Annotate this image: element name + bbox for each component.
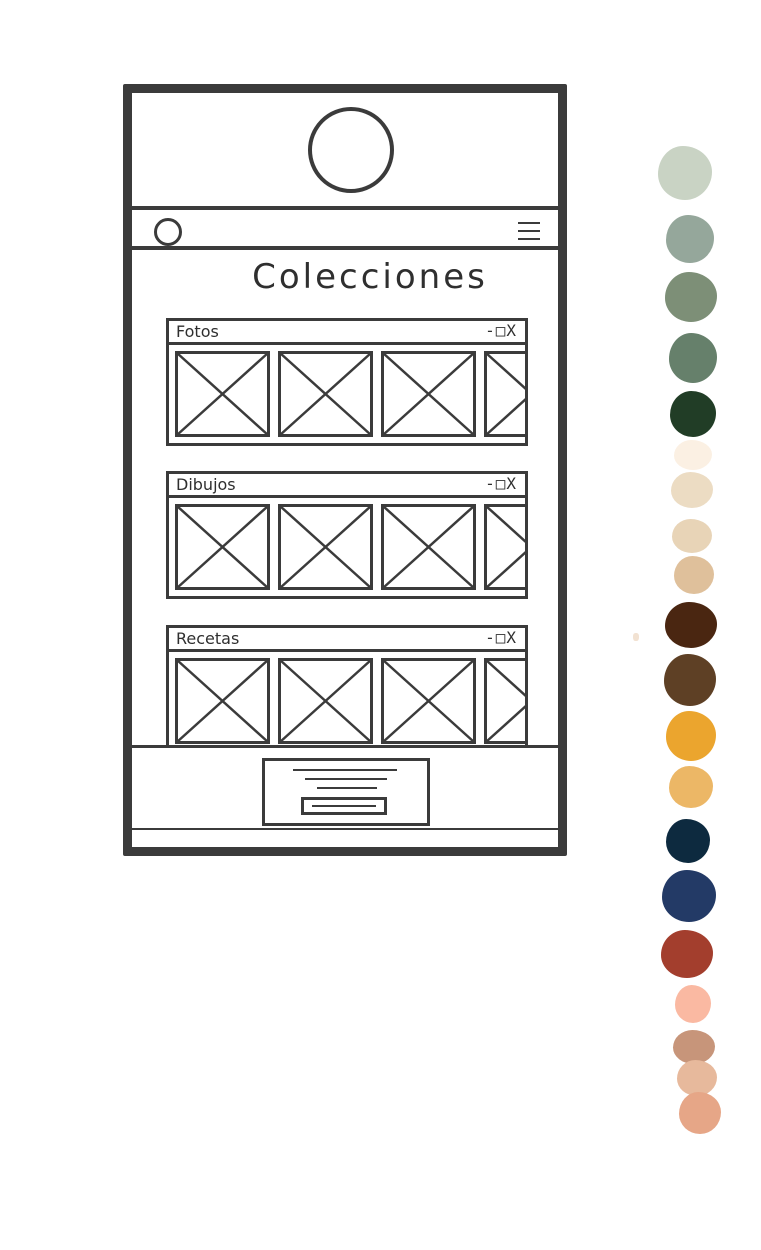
thumbnail-row (169, 498, 525, 592)
navbar (132, 206, 558, 250)
color-swatch (666, 711, 716, 761)
image-placeholder[interactable] (278, 658, 373, 744)
image-placeholder[interactable] (175, 658, 270, 744)
color-swatch (672, 519, 712, 553)
collection-header: Dibujos -□X (169, 474, 525, 498)
text-line-placeholder (305, 778, 387, 780)
image-placeholder[interactable] (381, 504, 476, 590)
color-swatch (675, 985, 711, 1023)
text-line-placeholder (317, 787, 377, 789)
thumbnail-row (169, 652, 525, 746)
window-controls[interactable]: -□X (485, 321, 517, 340)
collection-card-dibujos[interactable]: Dibujos -□X (166, 471, 528, 599)
color-swatch (666, 215, 714, 263)
thumbnail-row (169, 345, 525, 439)
color-swatch (666, 819, 710, 863)
color-swatch (665, 602, 717, 648)
color-swatch (673, 1030, 715, 1064)
window-controls[interactable]: -□X (485, 628, 517, 647)
hamburger-menu-icon[interactable] (518, 216, 540, 242)
image-placeholder[interactable] (484, 658, 525, 744)
image-placeholder[interactable] (484, 504, 525, 590)
color-swatch (661, 930, 713, 978)
image-placeholder[interactable] (278, 504, 373, 590)
page-title: Colecciones (252, 257, 488, 297)
logo-placeholder (308, 107, 394, 193)
collection-card-fotos[interactable]: Fotos -□X (166, 318, 528, 446)
collection-header: Recetas -□X (169, 628, 525, 652)
collection-title: Dibujos (176, 475, 236, 494)
color-swatch (669, 333, 717, 383)
footer (132, 745, 558, 838)
color-swatch (665, 272, 717, 322)
color-swatch (677, 1060, 717, 1096)
color-swatch (662, 870, 716, 922)
collection-title: Fotos (176, 322, 219, 341)
window-controls[interactable]: -□X (485, 474, 517, 493)
color-swatch (671, 472, 713, 508)
image-placeholder[interactable] (484, 351, 525, 437)
color-swatch (669, 766, 713, 808)
footer-button[interactable] (301, 797, 387, 815)
phone-wireframe: Colecciones Fotos -□X Dibujos -□X Receta… (123, 84, 567, 856)
color-swatch (658, 146, 712, 200)
collection-title: Recetas (176, 629, 240, 648)
color-swatch (674, 556, 714, 594)
divider (132, 828, 558, 830)
image-placeholder[interactable] (381, 658, 476, 744)
color-swatch (679, 1092, 721, 1134)
color-swatch (674, 440, 712, 470)
image-placeholder[interactable] (175, 351, 270, 437)
image-placeholder[interactable] (381, 351, 476, 437)
image-placeholder[interactable] (278, 351, 373, 437)
text-line-placeholder (293, 769, 397, 771)
image-placeholder[interactable] (175, 504, 270, 590)
color-swatch (664, 654, 716, 706)
collection-header: Fotos -□X (169, 321, 525, 345)
paint-speck (633, 633, 639, 641)
color-swatch (670, 391, 716, 437)
profile-icon[interactable] (154, 218, 182, 246)
collection-card-recetas[interactable]: Recetas -□X (166, 625, 528, 753)
footer-card (262, 758, 430, 826)
